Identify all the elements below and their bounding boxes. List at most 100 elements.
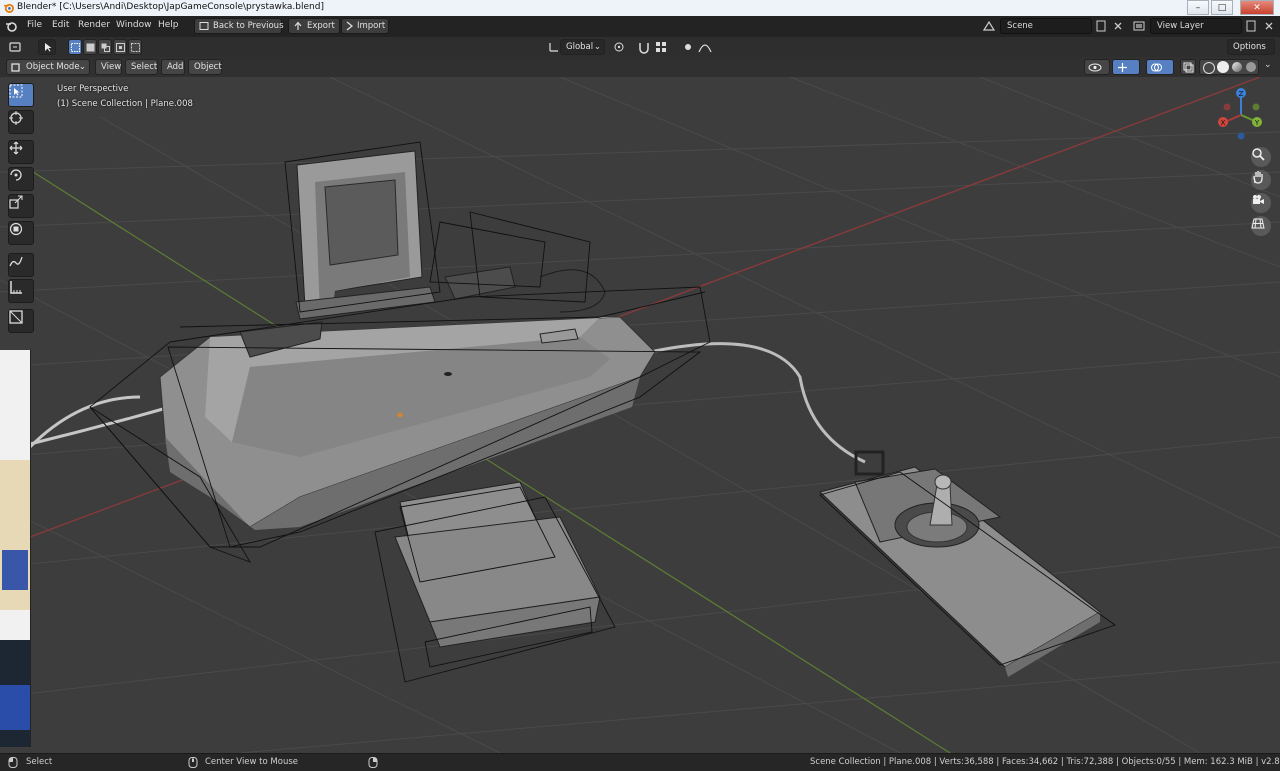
maximize-button[interactable]: □ (1211, 0, 1233, 15)
import-button[interactable]: Import (341, 18, 389, 34)
menu-view[interactable]: View (95, 59, 122, 75)
select-mode-invert-button[interactable] (113, 39, 127, 55)
editor-type-icon[interactable] (8, 40, 22, 54)
console-model[interactable] (89, 141, 711, 563)
xray-toggle[interactable] (1180, 59, 1196, 75)
mode-dropdown[interactable]: Object Mode ⌄ (6, 59, 90, 75)
tool-settings-header: Global ⌄ Options (0, 37, 1280, 58)
close-button[interactable]: ✕ (1240, 0, 1274, 15)
snap-toggle-icon[interactable] (637, 40, 651, 54)
gizmo-toggle[interactable] (1112, 59, 1140, 75)
tool-cursor[interactable] (8, 110, 34, 134)
active-tool-button[interactable] (38, 39, 56, 55)
chevron-down-icon: ⌄ (593, 42, 601, 52)
new-scene-icon[interactable] (1094, 19, 1108, 33)
remove-view-layer-icon[interactable] (1262, 19, 1276, 33)
tool-move[interactable] (8, 140, 34, 164)
scene-name-field[interactable]: Scene (1000, 18, 1092, 34)
top-menu-bar: File Edit Render Window Help Back to Pre… (0, 16, 1280, 37)
proportional-editing-icon[interactable] (681, 40, 695, 54)
select-subtract-icon (101, 43, 110, 52)
orientation-dropdown[interactable]: Global ⌄ (560, 39, 605, 55)
hand-icon (1253, 171, 1263, 184)
ortho-toggle-button[interactable] (1251, 216, 1271, 236)
view-layer-icon[interactable] (1132, 19, 1146, 33)
tool-rotate[interactable] (8, 167, 34, 191)
tool-add-cube[interactable] (8, 309, 34, 333)
cursor-arrow-icon (45, 43, 52, 52)
reference-photo-strip (0, 350, 31, 747)
menu-edit[interactable]: Edit (52, 20, 69, 30)
minimize-button[interactable]: – (1187, 0, 1209, 15)
options-dropdown[interactable]: Options (1227, 39, 1275, 55)
remove-scene-icon[interactable] (1111, 19, 1125, 33)
back-to-previous-button[interactable]: Back to Previous (194, 18, 284, 34)
chevron-down-icon[interactable]: ⌄ (1264, 60, 1272, 70)
collection-label: (1) Scene Collection | Plane.008 (57, 99, 193, 109)
select-mode-new-button[interactable] (68, 39, 82, 55)
eye-icon (1088, 63, 1102, 72)
gizmo-x-label: X (1221, 119, 1226, 127)
solid-shading-icon[interactable] (1217, 61, 1229, 73)
viewport-header: Object Mode ⌄ View Select Add Object ⌄ (0, 57, 1280, 77)
status-left-action: Select (26, 757, 53, 767)
export-icon (294, 21, 302, 30)
cartridge-model[interactable] (374, 481, 616, 683)
material-shading-icon[interactable] (1232, 62, 1242, 72)
pivot-point-icon[interactable] (612, 40, 626, 54)
navigation-gizmo[interactable]: Z Y X (1212, 85, 1270, 145)
gizmo-z-label: Z (1239, 90, 1244, 98)
camera-view-button[interactable] (1251, 193, 1271, 213)
orientation-value: Global (566, 42, 594, 52)
pan-button[interactable] (1251, 170, 1271, 190)
proportional-falloff-icon[interactable] (698, 40, 712, 54)
overlays-toggle[interactable] (1146, 59, 1174, 75)
menu-select[interactable]: Select (125, 59, 158, 75)
3d-cursor-icon (9, 111, 23, 125)
tool-scale[interactable] (8, 194, 34, 218)
transform-orientation-icon (549, 43, 558, 52)
zoom-magnifier-icon (1252, 148, 1265, 161)
scene-icon[interactable] (982, 19, 996, 33)
screen-back-icon (199, 22, 209, 30)
cable-wire (539, 269, 606, 313)
mouse-right-icon (368, 757, 378, 768)
joystick-controller-model[interactable] (819, 450, 1116, 677)
select-mode-extend-button[interactable] (83, 39, 97, 55)
export-button[interactable]: Export (288, 18, 340, 34)
rendered-shading-icon[interactable] (1246, 62, 1256, 72)
perspective-label: User Perspective (57, 84, 129, 94)
tool-select-box[interactable] (8, 83, 34, 107)
menu-file[interactable]: File (27, 20, 42, 30)
select-mode-intersect-button[interactable] (128, 39, 142, 55)
transform-icon (9, 222, 23, 236)
tool-transform[interactable] (8, 221, 34, 245)
visibility-dropdown[interactable] (1084, 59, 1110, 75)
3d-viewport[interactable]: User Perspective (1) Scene Collection | … (0, 77, 1280, 753)
chevron-down-icon: ⌄ (78, 62, 86, 72)
menu-render[interactable]: Render (78, 20, 110, 30)
grid-perspective-icon (1251, 218, 1265, 229)
tool-annotate[interactable] (8, 253, 34, 277)
menu-window[interactable]: Window (116, 20, 152, 30)
wireframe-shading-icon[interactable] (1203, 62, 1215, 74)
select-mode-subtract-button[interactable] (98, 39, 112, 55)
rotate-icon (10, 169, 22, 181)
view-layer-field[interactable]: View Layer (1150, 18, 1242, 34)
mouse-left-icon (8, 757, 18, 768)
xray-icon (1183, 62, 1194, 73)
menu-add[interactable]: Add (161, 59, 185, 75)
zoom-button[interactable] (1251, 147, 1271, 167)
overlays-icon (1151, 63, 1162, 72)
status-bar: Select Center View to Mouse Scene Collec… (0, 753, 1280, 771)
window-title: Blender* [C:\Users\Andi\Desktop\JapGameC… (17, 2, 324, 12)
scene-statistics: Scene Collection | Plane.008 | Verts:36,… (810, 757, 1280, 767)
menu-help[interactable]: Help (158, 20, 179, 30)
menu-object[interactable]: Object (188, 59, 222, 75)
new-view-layer-icon[interactable] (1244, 19, 1258, 33)
snap-element-icon[interactable] (654, 40, 668, 54)
tool-measure[interactable] (8, 279, 34, 303)
blender-logo-icon (3, 3, 14, 13)
blender-menu-icon[interactable] (4, 19, 18, 33)
reference-photo-screen (0, 685, 30, 730)
